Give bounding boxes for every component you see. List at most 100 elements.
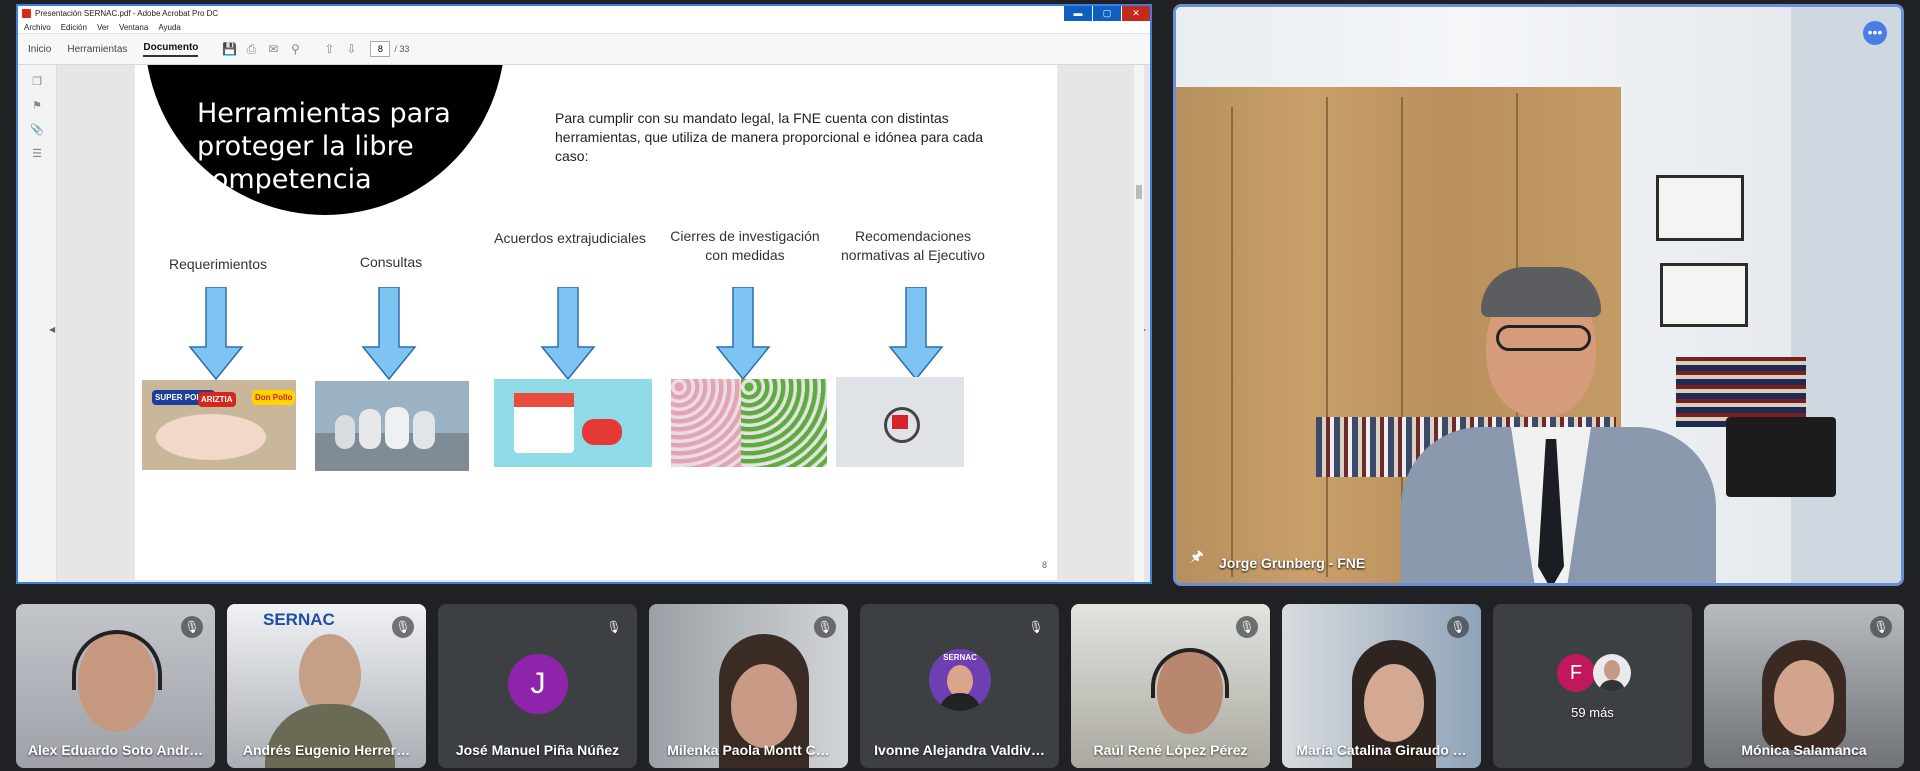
participant-name: Raúl René López Pérez xyxy=(1093,742,1248,758)
frame-1 xyxy=(1656,175,1744,241)
down-arrow-icon xyxy=(361,287,417,381)
down-arrow-icon xyxy=(188,287,244,381)
mic-off-icon: 🎙 xyxy=(181,616,203,638)
down-arrow-icon xyxy=(888,287,944,381)
participant-tile[interactable]: 🎙 Alex Eduardo Soto Andr… xyxy=(16,604,215,768)
pages-icon[interactable]: ❐ xyxy=(30,75,44,89)
participant-name: Alex Eduardo Soto Andr… xyxy=(27,742,204,758)
speaker-tile[interactable]: ••• 🖈 Jorge Grunberg - FNE xyxy=(1173,4,1904,586)
glasses xyxy=(1496,325,1591,351)
fuel-tanks-image xyxy=(315,381,469,471)
tool-label: Cierres de investigación con medidas xyxy=(670,228,820,263)
participant-tile[interactable]: SERNAC 🎙 Ivonne Alejandra Valdiv… xyxy=(860,604,1059,768)
person-face xyxy=(1774,660,1834,736)
acrobat-titlebar[interactable]: Presentación SERNAC.pdf - Adobe Acrobat … xyxy=(18,6,1150,21)
participant-tile[interactable]: J 🎙 José Manuel Piña Núñez xyxy=(438,604,637,768)
participant-tile[interactable]: 🎙 Milenka Paola Montt C… xyxy=(649,604,848,768)
page-number-input[interactable] xyxy=(370,41,391,57)
frame-2 xyxy=(1660,263,1748,327)
pin-icon[interactable]: 🖈 xyxy=(1190,546,1204,571)
email-icon[interactable]: ✉ xyxy=(266,42,280,56)
avatar-logo: SERNAC xyxy=(943,653,977,662)
person-face xyxy=(1364,664,1424,742)
page-navigator: / 33 xyxy=(370,41,409,57)
page-down-icon[interactable]: ⇩ xyxy=(344,42,358,56)
slide-title: Herramientas para proteger la libre comp… xyxy=(197,98,451,195)
window-title: Presentación SERNAC.pdf - Adobe Acrobat … xyxy=(35,9,219,18)
tool-recomendaciones: Recomendaciones normativas al Ejecutivo xyxy=(836,228,998,475)
more-participants-count[interactable]: 59 más xyxy=(1503,705,1682,720)
more-options-icon[interactable]: ••• xyxy=(1863,21,1887,45)
layers-icon[interactable]: ☰ xyxy=(30,147,44,161)
mic-off-icon: 🎙 xyxy=(603,616,625,638)
chicken-brands-image: SUPER POLLO ARIZTIA Don Pollo xyxy=(142,380,296,470)
printer xyxy=(1726,417,1836,497)
down-arrow-icon xyxy=(715,287,771,381)
tool-label: Requerimientos xyxy=(168,256,268,272)
menu-archivo[interactable]: Archivo xyxy=(24,23,51,32)
tool-label: Recomendaciones normativas al Ejecutivo xyxy=(841,228,985,263)
tool-label: Acuerdos extrajudiciales xyxy=(494,230,646,246)
person-face xyxy=(731,664,797,748)
close-button[interactable]: ✕ xyxy=(1122,6,1150,21)
tool-consultas: Consultas xyxy=(311,245,471,475)
tool-cierres-investigacion: Cierres de investigación con medidas xyxy=(665,228,827,475)
acrobat-window[interactable]: Presentación SERNAC.pdf - Adobe Acrobat … xyxy=(16,4,1152,584)
avatar: SERNAC xyxy=(929,649,991,711)
save-icon[interactable]: 💾 xyxy=(222,42,237,56)
brand-label: ARIZTIA xyxy=(198,392,236,407)
acrobat-app-icon xyxy=(22,9,31,18)
speaker-name: Jorge Grunberg - FNE xyxy=(1219,555,1366,571)
page-up-icon[interactable]: ⇧ xyxy=(322,42,336,56)
mic-off-icon: 🎙 xyxy=(1025,616,1047,638)
menu-ayuda[interactable]: Ayuda xyxy=(158,23,181,32)
mic-off-icon: 🎙 xyxy=(1447,616,1469,638)
mic-off-icon: 🎙 xyxy=(1870,616,1892,638)
tool-label: Consultas xyxy=(359,254,423,270)
participant-tile[interactable]: SERNAC 🎙 Andrés Eugenio Herrer… xyxy=(227,604,426,768)
participant-tile[interactable]: F 59 más xyxy=(1493,604,1692,768)
tab-herramientas[interactable]: Herramientas xyxy=(67,44,127,55)
participant-name: José Manuel Piña Núñez xyxy=(455,742,620,758)
participant-tile[interactable]: 🎙 María Catalina Giraudo … xyxy=(1282,604,1481,768)
participant-tile[interactable]: 🎙 Mónica Salamanca xyxy=(1704,604,1904,768)
mic-off-icon: 🎙 xyxy=(392,616,414,638)
cabinet-line xyxy=(1231,107,1233,577)
houses-image xyxy=(836,377,964,467)
minimize-button[interactable]: ▬ xyxy=(1064,6,1092,21)
slide-intro-text: Para cumplir con su mandato legal, la FN… xyxy=(555,110,984,164)
participant-name: Ivonne Alejandra Valdiv… xyxy=(874,742,1045,758)
vertical-scrollbar[interactable] xyxy=(1134,65,1144,582)
expand-left-icon[interactable]: ◀ xyxy=(49,325,55,334)
participant-tile[interactable]: 🎙 Raúl René López Pérez xyxy=(1071,604,1270,768)
menu-ver[interactable]: Ver xyxy=(97,23,109,32)
tab-inicio[interactable]: Inicio xyxy=(28,44,51,55)
document-area[interactable]: ❐ ⚑ 📎 ☰ ◀ Herramientas para proteger la … xyxy=(18,65,1150,582)
participant-name: María Catalina Giraudo … xyxy=(1296,742,1467,758)
tool-acuerdos-extrajudiciales: Acuerdos extrajudiciales xyxy=(490,229,652,475)
tab-documento[interactable]: Documento xyxy=(143,42,199,57)
mic-off-icon: 🎙 xyxy=(814,616,836,638)
cabinet-line xyxy=(1326,97,1328,577)
maximize-button[interactable]: ▢ xyxy=(1093,6,1121,21)
menu-edicion[interactable]: Edición xyxy=(61,23,87,32)
attachment-icon[interactable]: 📎 xyxy=(30,123,44,137)
bookmark-icon[interactable]: ⚑ xyxy=(30,99,44,113)
acrobat-toolbar: Inicio Herramientas Documento 💾 ⎙ ✉ ⚲ ⇧ … xyxy=(18,34,1150,65)
scrollbar-thumb[interactable] xyxy=(1136,185,1142,199)
left-nav-panel: ❐ ⚑ 📎 ☰ xyxy=(18,65,57,582)
mic-off-icon: 🎙 xyxy=(1236,616,1258,638)
delivery-image xyxy=(494,379,652,467)
sernac-logo: SERNAC xyxy=(263,610,335,629)
search-icon[interactable]: ⚲ xyxy=(288,42,302,56)
tool-requerimientos: Requerimientos SUPER POLLO ARIZTIA Don P… xyxy=(138,245,298,475)
brand-label: Don Pollo xyxy=(252,390,296,405)
participant-name: Milenka Paola Montt C… xyxy=(667,742,830,758)
pills-image xyxy=(671,379,827,467)
avatar: F xyxy=(1557,654,1595,692)
menu-ventana[interactable]: Ventana xyxy=(119,23,148,32)
pdf-page: Herramientas para proteger la libre comp… xyxy=(135,65,1057,580)
print-icon[interactable]: ⎙ xyxy=(244,42,258,56)
participant-name: Andrés Eugenio Herrer… xyxy=(242,742,411,758)
avatar: J xyxy=(508,654,568,714)
